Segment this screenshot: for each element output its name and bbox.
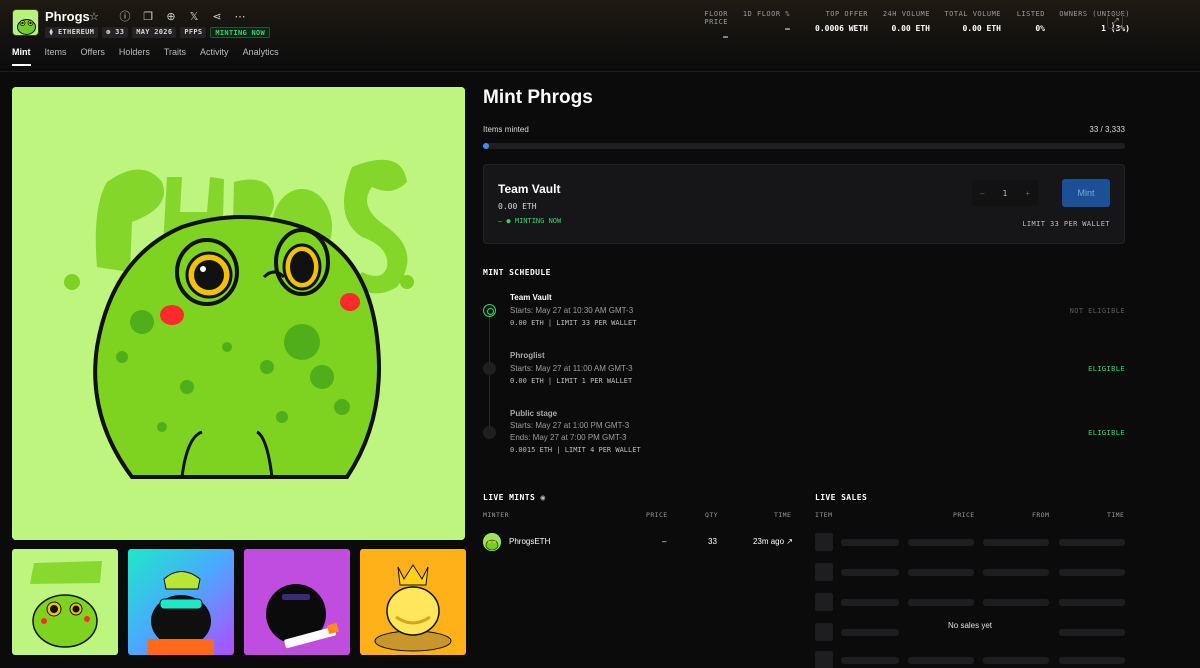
live-sales-title: LIVE SALES: [815, 493, 868, 502]
skeleton-row: [815, 593, 1125, 611]
thumbnail-3[interactable]: [244, 549, 350, 655]
thumbnail-strip: [12, 549, 466, 655]
stage-start: Starts: May 27 at 10:30 AM GMT-3: [510, 306, 634, 315]
mint-stage-price: 0.00 ETH: [498, 202, 537, 211]
mint-progress-bar: [483, 143, 1125, 149]
stat-listed: LISTED 0%: [1016, 10, 1045, 33]
stage-pending-icon: [483, 426, 496, 439]
info-icon[interactable]: ⓘ: [118, 10, 132, 24]
stage-name: Team Vault: [510, 293, 552, 302]
mint-button[interactable]: Mint: [1062, 179, 1110, 207]
mint-progress-fill: [483, 143, 490, 149]
collection-tabs: Mint Items Offers Holders Traits Activit…: [12, 47, 279, 66]
mint-schedule-title: MINT SCHEDULE: [483, 268, 551, 277]
thumbnail-1[interactable]: [12, 549, 118, 655]
mint-stage-name: Team Vault: [498, 182, 561, 196]
col-price: PRICE: [646, 511, 668, 519]
stage-eligibility: ELIGIBLE: [1088, 429, 1125, 437]
stat-total-volume: TOTAL VOLUME 0.00 ETH: [944, 10, 1001, 33]
stage-eligibility: NOT ELIGIBLE: [1069, 307, 1125, 315]
live-mints-title: LIVE MINTS ◉: [483, 493, 546, 502]
chain-badge: ⧫ ETHEREUM: [45, 27, 99, 38]
col-time: TIME: [774, 511, 792, 519]
table-row[interactable]: PhrogsETH – 33 23m ago ↗: [483, 533, 793, 551]
mint-title: Mint Phrogs: [483, 87, 593, 108]
mint-price: –: [662, 537, 667, 546]
col-from: FROM: [1032, 511, 1050, 519]
mint-limit: LIMIT 33 PER WALLET: [1022, 220, 1110, 228]
items-minted-label: Items minted: [483, 125, 529, 134]
decrement-button[interactable]: –: [980, 189, 984, 198]
tab-mint[interactable]: Mint: [12, 47, 31, 66]
col-minter: MINTER: [483, 511, 509, 519]
minting-status-badge: MINTING NOW: [210, 27, 271, 38]
skeleton-row: [815, 563, 1125, 581]
col-price: PRICE: [953, 511, 975, 519]
stat-top-offer: TOP OFFER 0.0006 WETH: [815, 10, 868, 33]
col-time: TIME: [1107, 511, 1125, 519]
collection-logo: [12, 9, 39, 36]
avatar: [483, 533, 501, 551]
stage-name: Public stage: [510, 409, 558, 418]
quantity-stepper: – 1 +: [972, 180, 1038, 206]
collection-stats: FLOOR PRICE – 1D FLOOR % – TOP OFFER 0.0006…: [680, 10, 1130, 41]
category-badge: PFPS: [180, 27, 207, 38]
live-sales-section: LIVE SALES ITEM PRICE FROM TIME No sales…: [815, 493, 1125, 668]
stage-start: Starts: May 27 at 1:00 PM GMT-3: [510, 421, 630, 430]
tab-analytics[interactable]: Analytics: [243, 47, 279, 66]
tab-items[interactable]: Items: [45, 47, 67, 66]
no-sales-message: No sales yet: [948, 621, 993, 630]
col-item: ITEM: [815, 511, 833, 519]
stage-start: Starts: May 27 at 11:00 AM GMT-3: [510, 364, 633, 373]
quantity-value[interactable]: 1: [1002, 189, 1007, 198]
live-mints-section: LIVE MINTS ◉ MINTER PRICE QTY TIME Phrog…: [483, 493, 793, 551]
tab-activity[interactable]: Activity: [200, 47, 229, 66]
supply-badge: ⊛ 33: [102, 27, 129, 38]
mint-panel: Mint Phrogs Items minted 33 / 3,333 Team…: [483, 87, 1125, 454]
date-badge: MAY 2026: [132, 27, 177, 38]
more-icon[interactable]: ⋯: [233, 10, 247, 24]
tab-offers[interactable]: Offers: [81, 47, 105, 66]
collection-title: Phrogs: [45, 9, 90, 24]
items-minted-value: 33 / 3,333: [1089, 125, 1125, 134]
x-twitter-icon[interactable]: 𝕏: [187, 10, 201, 24]
stat-24h-volume: 24H VOLUME 0.00 ETH: [882, 10, 930, 33]
tab-holders[interactable]: Holders: [119, 47, 150, 66]
stage-price: 0.00 ETH | LIMIT 33 PER WALLET: [510, 319, 637, 327]
mint-stage-card: Team Vault 0.00 ETH – ● MINTING NOW – 1 …: [483, 164, 1125, 244]
star-icon[interactable]: ☆: [87, 10, 101, 24]
mint-time[interactable]: 23m ago ↗: [753, 537, 793, 546]
stage-eligibility: ELIGIBLE: [1088, 365, 1125, 373]
globe-icon[interactable]: ⊕: [164, 10, 178, 24]
stage-price: 0.0015 ETH | LIMIT 4 PER WALLET: [510, 446, 641, 454]
stat-1d-floor: 1D FLOOR % –: [742, 10, 790, 33]
skeleton-row: [815, 533, 1125, 551]
col-qty: QTY: [705, 511, 718, 519]
thumbnail-4[interactable]: [360, 549, 466, 655]
eye-icon[interactable]: ◉: [540, 493, 545, 502]
stage-end: Ends: May 27 at 7:00 PM GMT-3: [510, 433, 627, 442]
tab-traits[interactable]: Traits: [164, 47, 186, 66]
stage-pending-icon: [483, 362, 496, 375]
collection-badges: ⧫ ETHEREUM ⊛ 33 MAY 2026 PFPS MINTING NO…: [45, 27, 271, 38]
mint-qty: 33: [708, 537, 717, 546]
mint-stage-status: – ● MINTING NOW: [498, 217, 562, 225]
increment-button[interactable]: +: [1025, 189, 1030, 198]
hero-image: [12, 87, 465, 540]
minter-name[interactable]: PhrogsETH: [509, 537, 550, 546]
collection-header: Phrogs ☆ ⓘ ❐ ⊕ 𝕏 ⋖ ⋯ ⧫ ETHEREUM ⊛ 33 MAY…: [0, 0, 1200, 72]
stage-price: 0.00 ETH | LIMIT 1 PER WALLET: [510, 377, 633, 385]
copy-icon[interactable]: ❐: [141, 10, 155, 24]
stat-floor-price: FLOOR PRICE –: [704, 10, 728, 41]
thumbnail-2[interactable]: [128, 549, 234, 655]
stage-name: Phroglist: [510, 351, 545, 360]
share-icon[interactable]: ⋖: [210, 10, 224, 24]
skeleton-row: [815, 651, 1125, 668]
expand-icon[interactable]: ⤢: [1107, 13, 1123, 29]
items-minted-row: Items minted 33 / 3,333: [483, 125, 1125, 134]
stage-active-icon: [483, 304, 496, 317]
